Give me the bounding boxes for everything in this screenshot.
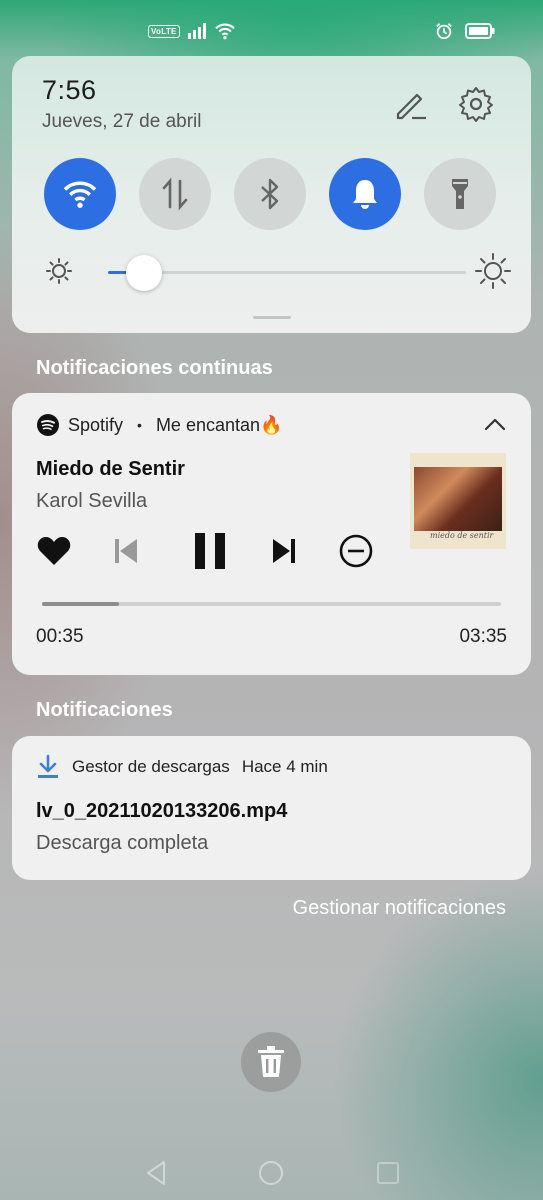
- wifi-icon: [63, 181, 97, 208]
- album-art: miedo de sentir: [410, 453, 506, 549]
- next-icon: [273, 539, 295, 563]
- collapse-button[interactable]: [483, 414, 507, 434]
- data-arrows-icon: [162, 177, 188, 211]
- playback-progress-bar[interactable]: [42, 602, 501, 606]
- brightness-slider[interactable]: [108, 255, 466, 291]
- album-signature: miedo de sentir: [430, 531, 494, 540]
- media-app-name: Spotify: [68, 414, 124, 435]
- gear-icon: [459, 87, 493, 122]
- media-controls: [34, 531, 373, 571]
- spotify-media-notification[interactable]: Spotify • Me encantan🔥 Miedo de Sentir K…: [12, 393, 531, 675]
- brightness-high-icon: [475, 253, 511, 289]
- media-app-header: Spotify • Me encantan🔥: [36, 413, 282, 437]
- remove-icon: [339, 534, 373, 568]
- playback-progress-fill: [42, 602, 119, 606]
- settings-button[interactable]: [456, 84, 496, 124]
- download-notification[interactable]: Gestor de descargas Hace 4 min lv_0_2021…: [12, 736, 531, 880]
- bell-icon: [353, 180, 377, 209]
- playlist-context: Me encantan🔥: [155, 414, 283, 435]
- download-app-name: Gestor de descargas: [72, 757, 230, 776]
- wifi-icon: [214, 23, 235, 40]
- chevron-up-icon: [484, 418, 506, 431]
- nav-recents-button[interactable]: [372, 1157, 404, 1189]
- previous-button[interactable]: [106, 531, 146, 571]
- artist-name: Karol Sevilla: [36, 490, 148, 512]
- trash-icon: [258, 1046, 284, 1077]
- next-button[interactable]: [264, 531, 304, 571]
- toggle-sound[interactable]: [329, 158, 401, 230]
- clear-all-button[interactable]: [241, 1032, 301, 1092]
- pencil-icon: [396, 93, 426, 120]
- recents-square-icon: [377, 1162, 399, 1184]
- panel-drag-handle[interactable]: [253, 316, 291, 319]
- brightness-slider-thumb[interactable]: [125, 255, 162, 291]
- quick-toggles: [44, 158, 496, 230]
- remove-button[interactable]: [336, 531, 376, 571]
- toggle-flashlight[interactable]: [424, 158, 496, 230]
- separator-dot: •: [137, 417, 142, 433]
- signal-icon: [187, 23, 206, 39]
- toggle-wifi[interactable]: [44, 158, 116, 230]
- download-time-ago: Hace 4 min: [241, 757, 328, 776]
- pause-button[interactable]: [190, 531, 230, 571]
- nav-home-button[interactable]: [255, 1157, 287, 1189]
- download-icon: [38, 754, 58, 778]
- download-status: Descarga completa: [36, 832, 209, 854]
- song-title: Miedo de Sentir: [36, 458, 185, 480]
- clock-date: Jueves, 27 de abril: [42, 111, 202, 132]
- bluetooth-icon: [261, 178, 279, 210]
- flashlight-icon: [452, 179, 468, 209]
- quick-settings-panel: 7:56 Jueves, 27 de abril: [12, 56, 531, 333]
- ongoing-section-title: Notificaciones continuas: [36, 357, 273, 379]
- brightness-control: [44, 252, 511, 292]
- previous-icon: [115, 539, 137, 563]
- edit-button[interactable]: [390, 84, 430, 124]
- download-app-header: Gestor de descargas Hace 4 min: [36, 754, 328, 780]
- home-circle-icon: [259, 1161, 283, 1185]
- heart-icon: [37, 537, 71, 565]
- total-time: 03:35: [459, 626, 507, 647]
- album-photo: [414, 467, 502, 531]
- battery-icon: [465, 23, 495, 39]
- back-triangle-icon: [147, 1161, 165, 1185]
- alarm-icon: [436, 23, 452, 40]
- nav-back-button[interactable]: [140, 1157, 172, 1189]
- current-time: 00:35: [36, 626, 84, 647]
- navigation-bar: [0, 1145, 543, 1200]
- notifications-section-title: Notificaciones: [36, 699, 173, 721]
- pause-icon: [195, 533, 225, 569]
- download-file-name: lv_0_20211020133206.mp4: [36, 800, 288, 822]
- manage-notifications-link[interactable]: Gestionar notificaciones: [293, 897, 506, 920]
- brightness-low-icon: [46, 258, 72, 284]
- toggle-bluetooth[interactable]: [234, 158, 306, 230]
- volte-icon: VoLTE: [148, 24, 180, 38]
- toggle-mobile-data[interactable]: [139, 158, 211, 230]
- like-button[interactable]: [34, 531, 74, 571]
- clock-time: 7:56: [42, 75, 97, 105]
- status-bar: VoLTE: [0, 0, 543, 60]
- spotify-icon: [37, 414, 59, 436]
